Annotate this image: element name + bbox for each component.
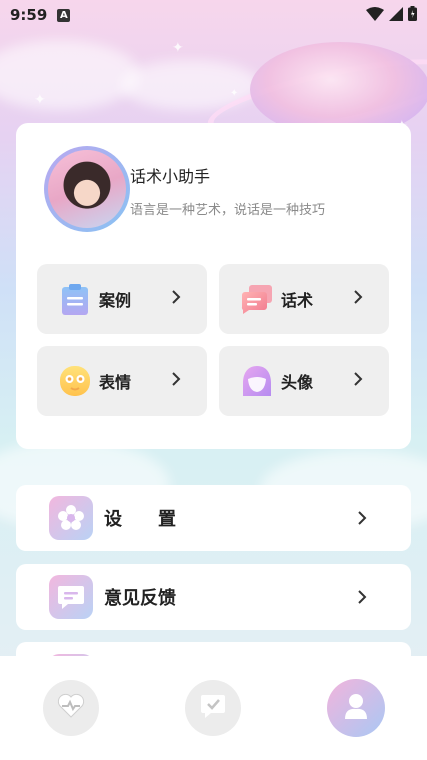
chevron-right-icon — [353, 289, 363, 309]
battery-icon — [408, 5, 417, 25]
chevron-right-icon — [353, 371, 363, 391]
feedback-row[interactable]: 意见反馈 — [16, 564, 411, 630]
feature-avatar-button[interactable]: 头像 — [219, 346, 389, 416]
feedback-label: 意见反馈 — [104, 588, 176, 609]
status-time: 9:59 — [10, 6, 48, 24]
chevron-right-icon — [357, 510, 367, 530]
notification-icon: A — [57, 8, 71, 22]
feedback-icon — [49, 575, 93, 619]
emoji-face-icon — [59, 365, 91, 397]
flower-settings-icon — [49, 496, 93, 540]
wifi-icon — [366, 6, 384, 25]
status-bar: 9:59 A — [0, 0, 427, 30]
feature-label: 头像 — [281, 373, 314, 392]
profile-motto: 语言是一种艺术，说话是一种技巧 — [130, 203, 326, 218]
chat-bubbles-icon — [241, 283, 273, 315]
settings-label: 设 置 — [104, 509, 176, 530]
chevron-right-icon — [171, 371, 181, 391]
profile-name: 话术小助手 — [130, 167, 211, 186]
profile-card: 话术小助手 语言是一种艺术，说话是一种技巧 案例 话术 表情 头像 — [16, 123, 411, 449]
nav-tasks-button[interactable] — [185, 680, 241, 736]
chevron-right-icon — [357, 589, 367, 609]
nav-profile-button[interactable] — [327, 679, 385, 737]
feature-label: 案例 — [99, 291, 132, 310]
chevron-right-icon — [171, 289, 181, 309]
clipboard-icon — [59, 283, 91, 315]
feature-label: 表情 — [99, 373, 132, 392]
bottom-navigation — [0, 656, 427, 760]
settings-row[interactable]: 设 置 — [16, 485, 411, 551]
signal-icon — [389, 6, 403, 25]
avatar-icon — [241, 365, 273, 397]
feature-emoji-button[interactable]: 表情 — [37, 346, 207, 416]
check-note-icon — [200, 693, 226, 723]
feature-label: 话术 — [281, 291, 314, 310]
feature-scripts-button[interactable]: 话术 — [219, 264, 389, 334]
nav-home-button[interactable] — [43, 680, 99, 736]
heart-pulse-icon — [57, 693, 85, 723]
avatar[interactable] — [44, 146, 130, 232]
feature-cases-button[interactable]: 案例 — [37, 264, 207, 334]
avatar-image — [48, 150, 126, 228]
user-icon — [343, 692, 369, 724]
